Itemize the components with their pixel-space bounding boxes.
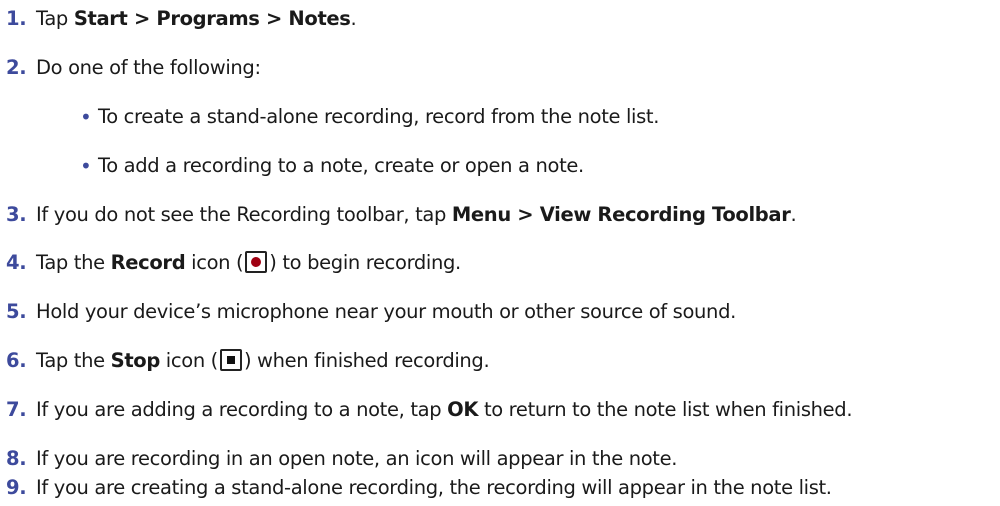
- step-text-tail: ) to begin recording.: [269, 251, 461, 274]
- step-text-tail: .: [790, 203, 797, 226]
- step-number: 9.: [6, 476, 27, 499]
- sub-step-text: To create a stand-alone recording, recor…: [98, 105, 660, 128]
- step-text-tail: ) when finished recording.: [243, 349, 490, 372]
- bullet-icon: •: [80, 105, 92, 129]
- step-number: 5.: [6, 300, 27, 323]
- step-text: Hold your device’s microphone near your …: [36, 300, 736, 323]
- step-text-lead: Tap the: [36, 251, 111, 274]
- button-name: Stop: [110, 349, 161, 372]
- stop-square: [226, 356, 235, 364]
- button-name: OK: [447, 398, 479, 421]
- step-text: If you do not see the Recording toolbar,…: [36, 197, 797, 233]
- bullet-icon: •: [80, 154, 92, 178]
- stop-icon: [219, 349, 242, 371]
- step-number: 7.: [6, 398, 27, 421]
- menu-path: Start > Programs > Notes: [73, 7, 351, 30]
- step-number: 6.: [6, 349, 27, 372]
- step-text-tail: .: [350, 7, 357, 30]
- step-number: 1.: [6, 7, 27, 30]
- step-text-lead: Tap the: [36, 349, 111, 372]
- record-icon: [245, 251, 268, 273]
- step-text: Do one of the following:: [36, 56, 261, 79]
- step-text-lead: If you do not see the Recording toolbar,…: [36, 203, 452, 226]
- step-text: Tap the Stop icon ( ) when finished recor…: [36, 343, 490, 379]
- step-text: If you are creating a stand-alone record…: [36, 476, 832, 499]
- step-number: 2.: [6, 56, 27, 79]
- record-dot: [251, 257, 262, 267]
- instruction-list: 1. Tap Start > Programs > Notes. 2. Do o…: [0, 0, 1000, 506]
- step-text: Tap the Record icon ( ) to begin recordin…: [36, 245, 461, 281]
- step-text: If you are adding a recording to a note,…: [36, 392, 853, 428]
- step-text: Tap Start > Programs > Notes.: [36, 1, 357, 37]
- sub-step-text: To add a recording to a note, create or …: [98, 154, 584, 177]
- step-text-lead: If you are adding a recording to a note,…: [36, 398, 448, 421]
- step-text-mid: icon (: [185, 251, 244, 274]
- menu-path: Menu > View Recording Toolbar: [451, 203, 791, 226]
- step-text-tail: to return to the note list when finished…: [478, 398, 853, 421]
- step-number: 3.: [6, 203, 27, 226]
- step-number: 4.: [6, 251, 27, 274]
- step-text-mid: icon (: [159, 349, 218, 372]
- step-text-lead: Tap: [36, 7, 74, 30]
- button-name: Record: [110, 251, 186, 274]
